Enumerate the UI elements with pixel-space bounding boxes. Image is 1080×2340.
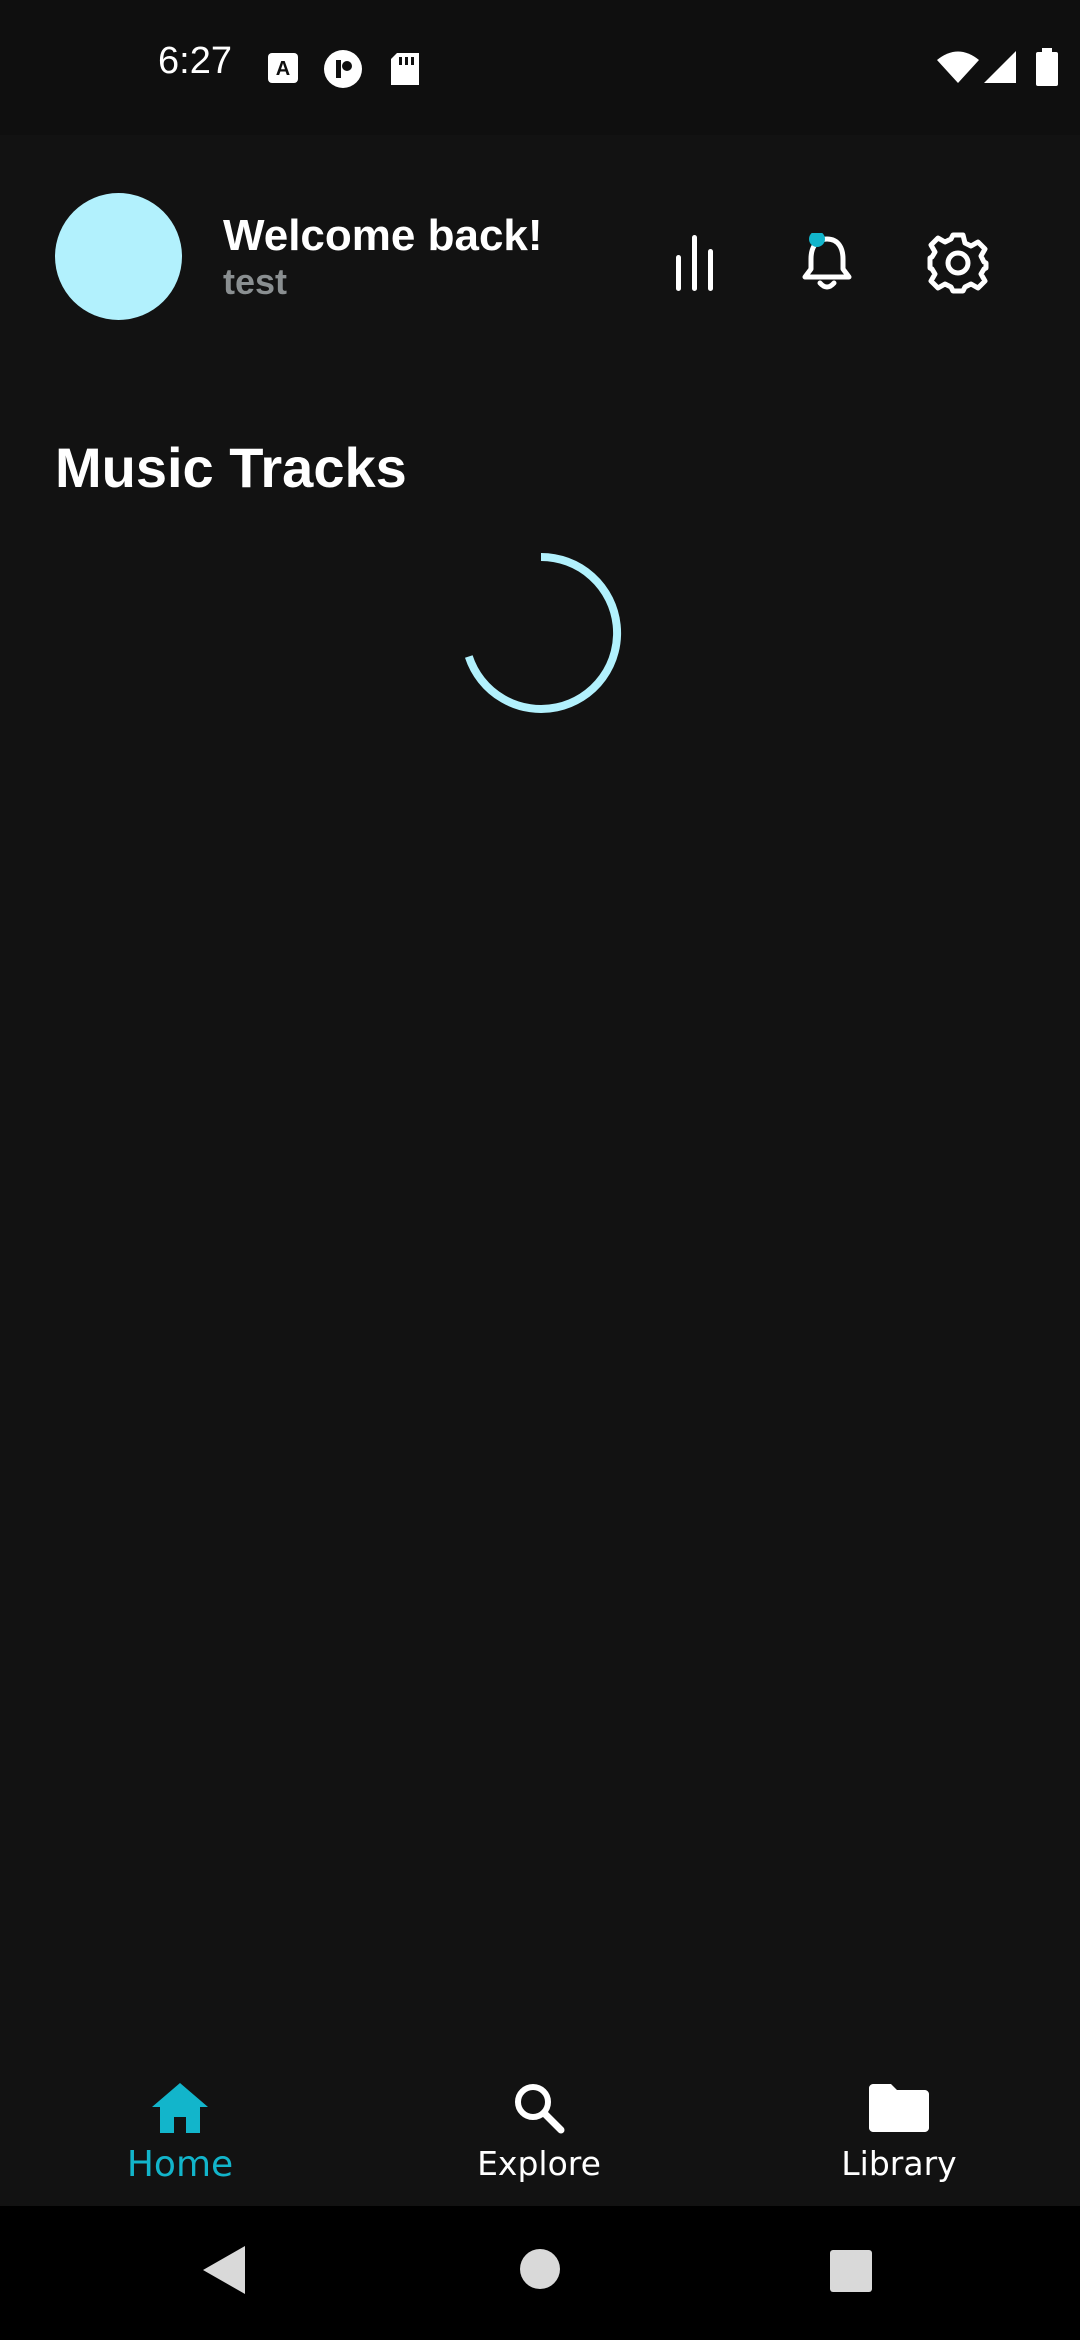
recents-icon xyxy=(830,2250,872,2292)
sd-card-icon xyxy=(391,53,419,85)
nav-library[interactable]: Library xyxy=(799,2058,999,2206)
battery-icon xyxy=(1036,48,1058,86)
cell-signal-icon xyxy=(984,51,1016,83)
wifi-icon xyxy=(937,51,979,83)
welcome-text: Welcome back! xyxy=(223,211,543,260)
header: Welcome back! test xyxy=(0,135,1080,375)
nav-explore-label: Explore xyxy=(477,2144,601,2183)
username-text: test xyxy=(223,261,288,302)
recents-button[interactable] xyxy=(830,2250,872,2297)
equalizer-button[interactable] xyxy=(655,223,735,303)
a-notification-icon: A xyxy=(268,53,298,83)
search-icon xyxy=(515,2084,565,2134)
status-time: 6:27 xyxy=(158,40,232,82)
nav-explore[interactable]: Explore xyxy=(439,2058,639,2206)
avatar[interactable] xyxy=(55,193,182,320)
nav-home[interactable]: Home xyxy=(80,2058,280,2206)
folder-icon xyxy=(869,2084,929,2132)
home-icon xyxy=(152,2083,208,2133)
notification-button[interactable] xyxy=(787,223,867,303)
back-button[interactable] xyxy=(203,2246,245,2299)
bottom-nav: Home Explore Library xyxy=(0,2058,1080,2206)
app-notification-icon xyxy=(324,50,362,88)
section-title: Music Tracks xyxy=(55,436,407,499)
svg-text:A: A xyxy=(276,58,290,80)
back-icon xyxy=(203,2246,245,2294)
home-circle-icon xyxy=(520,2249,560,2289)
notification-bell-icon xyxy=(802,233,852,290)
nav-home-label: Home xyxy=(126,2144,234,2185)
settings-button[interactable] xyxy=(918,223,998,303)
system-nav-bar xyxy=(0,2206,1080,2340)
loading-spinner xyxy=(459,551,623,715)
nav-library-label: Library xyxy=(841,2144,957,2183)
settings-gear-icon xyxy=(927,232,989,294)
status-bar: 6:27 A xyxy=(0,0,1080,135)
equalizer-icon xyxy=(676,235,713,291)
home-system-button[interactable] xyxy=(519,2248,561,2295)
